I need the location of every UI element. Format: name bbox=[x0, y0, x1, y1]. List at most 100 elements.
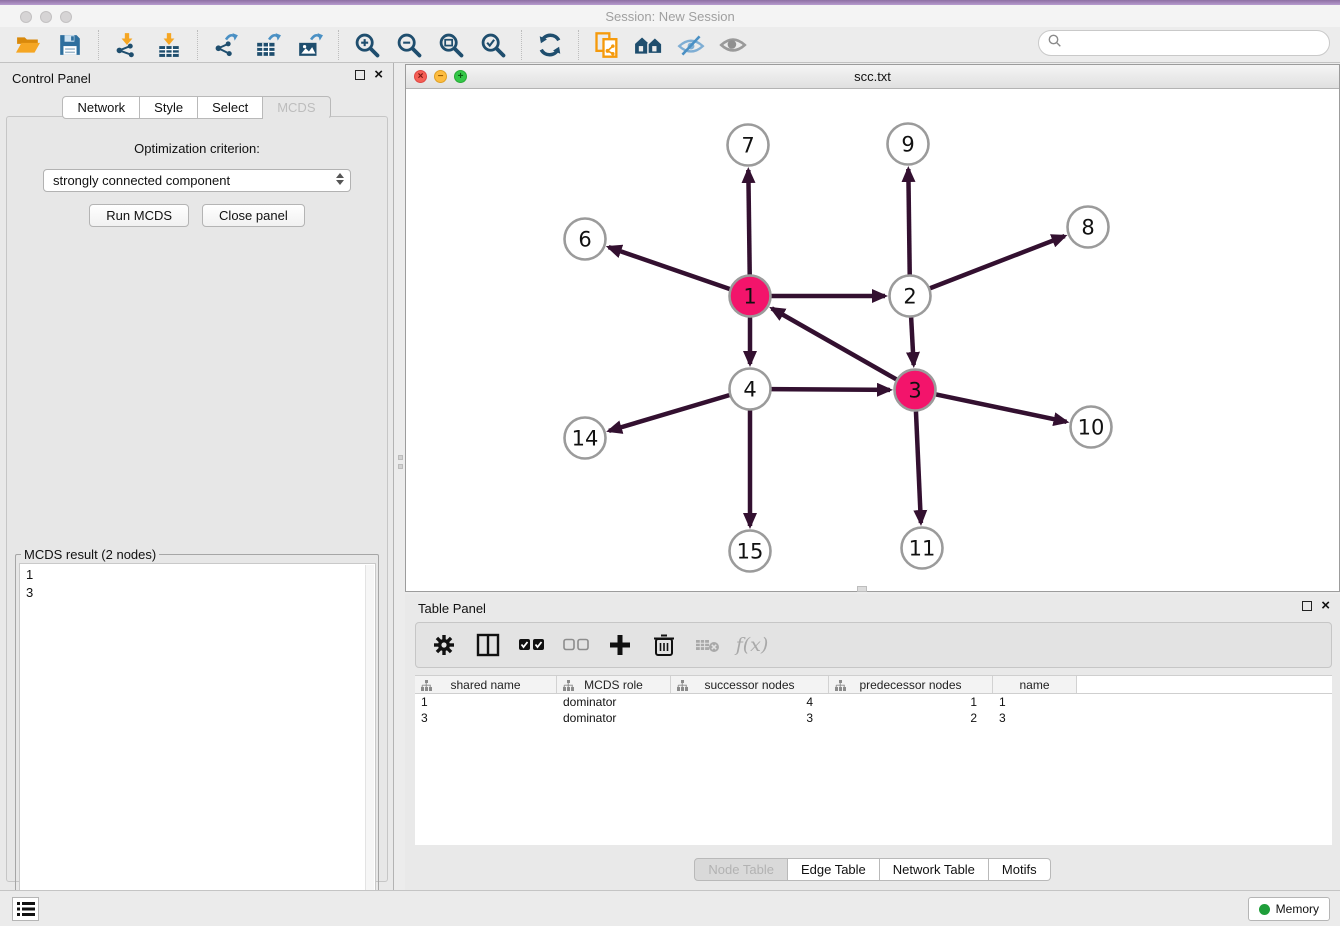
zoom-out-icon[interactable] bbox=[393, 30, 425, 60]
task-history-button[interactable] bbox=[12, 897, 39, 921]
delete-column-icon[interactable] bbox=[650, 631, 678, 659]
graph-edge-2-9[interactable] bbox=[908, 169, 909, 275]
network-resize-handle[interactable] bbox=[857, 586, 867, 592]
refresh-icon[interactable] bbox=[534, 30, 566, 60]
export-table-icon[interactable] bbox=[252, 30, 284, 60]
float-panel-icon[interactable] bbox=[355, 70, 365, 80]
network-canvas[interactable]: 7 9 6 8 1 2 4 3 14 10 15 11 bbox=[406, 89, 1339, 590]
graph-edge-1-7[interactable] bbox=[748, 170, 749, 275]
split-view-icon[interactable] bbox=[474, 631, 502, 659]
graph-edge-3-10[interactable] bbox=[936, 394, 1066, 421]
graph-node-2[interactable]: 2 bbox=[890, 276, 931, 317]
export-network-icon[interactable] bbox=[210, 30, 242, 60]
tab-style[interactable]: Style bbox=[140, 96, 198, 119]
svg-text:4: 4 bbox=[743, 378, 756, 402]
table-cell[interactable]: dominator bbox=[557, 710, 671, 726]
graph-edge-3-1[interactable] bbox=[772, 308, 897, 379]
layout-icon[interactable] bbox=[633, 30, 665, 60]
mcds-result-group: MCDS result (2 nodes) 1 3 bbox=[15, 554, 379, 926]
panel-splitter-handle[interactable] bbox=[397, 455, 403, 475]
tab-mcds[interactable]: MCDS bbox=[263, 96, 330, 119]
table-cell[interactable]: 3 bbox=[993, 710, 1077, 726]
control-panel-title: Control Panel bbox=[12, 71, 91, 86]
tab-network[interactable]: Network bbox=[62, 96, 140, 119]
close-panel-icon[interactable]: × bbox=[374, 70, 383, 80]
node-table: shared nameMCDS rolesuccessor nodesprede… bbox=[415, 675, 1332, 845]
graph-node-1[interactable]: 1 bbox=[730, 276, 771, 317]
graph-edge-2-3[interactable] bbox=[911, 317, 914, 365]
graph-edge-4-3[interactable] bbox=[771, 389, 890, 390]
add-column-icon[interactable] bbox=[606, 631, 634, 659]
import-network-icon[interactable] bbox=[111, 30, 143, 60]
graph-edge-4-14[interactable] bbox=[609, 395, 729, 431]
gear-icon[interactable] bbox=[430, 631, 458, 659]
graph-edge-1-6[interactable] bbox=[609, 247, 730, 289]
svg-text:7: 7 bbox=[741, 134, 754, 158]
function-icon[interactable]: f(x) bbox=[738, 631, 766, 659]
deselect-all-icon[interactable] bbox=[562, 631, 590, 659]
table-cell[interactable]: 4 bbox=[671, 694, 829, 710]
graph-edge-3-11[interactable] bbox=[916, 411, 921, 523]
delete-table-icon[interactable] bbox=[694, 631, 722, 659]
graph-node-10[interactable]: 10 bbox=[1071, 407, 1112, 448]
graph-node-3[interactable]: 3 bbox=[895, 370, 936, 411]
mcds-result-text[interactable]: 1 3 bbox=[19, 563, 376, 926]
table-cell[interactable]: 3 bbox=[671, 710, 829, 726]
import-table-icon[interactable] bbox=[153, 30, 185, 60]
graph-node-8[interactable]: 8 bbox=[1068, 207, 1109, 248]
tab-motifs[interactable]: Motifs bbox=[989, 858, 1051, 881]
memory-status-icon bbox=[1259, 904, 1270, 915]
open-file-icon[interactable] bbox=[12, 30, 44, 60]
close-table-panel-icon[interactable]: × bbox=[1321, 601, 1330, 611]
graph-node-9[interactable]: 9 bbox=[888, 124, 929, 165]
column-header-predecessor-nodes[interactable]: predecessor nodes bbox=[829, 676, 993, 693]
memory-button[interactable]: Memory bbox=[1248, 897, 1330, 921]
search-input[interactable] bbox=[1038, 30, 1330, 56]
svg-text:2: 2 bbox=[903, 285, 916, 309]
export-image-icon[interactable] bbox=[294, 30, 326, 60]
table-cell[interactable]: 1 bbox=[415, 694, 557, 710]
graph-node-15[interactable]: 15 bbox=[730, 531, 771, 572]
table-cell[interactable]: 1 bbox=[829, 694, 993, 710]
close-panel-button[interactable]: Close panel bbox=[202, 204, 305, 227]
graph-node-11[interactable]: 11 bbox=[902, 528, 943, 569]
dropdown-stepper-icon bbox=[336, 173, 344, 185]
network-window-titlebar[interactable]: × − + scc.txt bbox=[406, 65, 1339, 89]
result-scrollbar[interactable] bbox=[365, 565, 374, 926]
table-cell[interactable]: 1 bbox=[993, 694, 1077, 710]
graph-node-4[interactable]: 4 bbox=[730, 369, 771, 410]
table-cell[interactable]: dominator bbox=[557, 694, 671, 710]
table-row[interactable]: 3dominator323 bbox=[415, 710, 1332, 726]
table-row[interactable]: 1dominator411 bbox=[415, 694, 1332, 710]
column-header-name[interactable]: name bbox=[993, 676, 1077, 693]
graph-edge-2-8[interactable] bbox=[930, 236, 1065, 288]
select-all-icon[interactable] bbox=[518, 631, 546, 659]
save-session-icon[interactable] bbox=[54, 30, 86, 60]
column-header-successor-nodes[interactable]: successor nodes bbox=[671, 676, 829, 693]
hide-details-eye-icon[interactable] bbox=[675, 30, 707, 60]
table-header-row: shared nameMCDS rolesuccessor nodesprede… bbox=[415, 675, 1332, 694]
table-cell[interactable]: 3 bbox=[415, 710, 557, 726]
tab-node-table[interactable]: Node Table bbox=[694, 858, 788, 881]
table-toolbar: f(x) bbox=[415, 622, 1332, 668]
graph-node-6[interactable]: 6 bbox=[565, 219, 606, 260]
mcds-panel: Optimization criterion: strongly connect… bbox=[6, 116, 388, 882]
table-cell[interactable]: 2 bbox=[829, 710, 993, 726]
column-header-shared-name[interactable]: shared name bbox=[415, 676, 557, 693]
tab-network-table[interactable]: Network Table bbox=[880, 858, 989, 881]
zoom-fit-icon[interactable] bbox=[435, 30, 467, 60]
zoom-selected-icon[interactable] bbox=[477, 30, 509, 60]
tab-select[interactable]: Select bbox=[198, 96, 263, 119]
graph-node-7[interactable]: 7 bbox=[728, 125, 769, 166]
mcds-result-title: MCDS result (2 nodes) bbox=[21, 547, 159, 562]
graph-node-14[interactable]: 14 bbox=[565, 418, 606, 459]
clone-network-icon[interactable] bbox=[591, 30, 623, 60]
window-titlebar: Session: New Session bbox=[0, 5, 1340, 27]
tab-edge-table[interactable]: Edge Table bbox=[788, 858, 880, 881]
optimization-dropdown[interactable]: strongly connected component bbox=[43, 169, 351, 192]
float-table-panel-icon[interactable] bbox=[1302, 601, 1312, 611]
column-header-MCDS-role[interactable]: MCDS role bbox=[557, 676, 671, 693]
show-graphics-eye-icon[interactable] bbox=[717, 30, 749, 60]
zoom-in-icon[interactable] bbox=[351, 30, 383, 60]
run-mcds-button[interactable]: Run MCDS bbox=[89, 204, 189, 227]
